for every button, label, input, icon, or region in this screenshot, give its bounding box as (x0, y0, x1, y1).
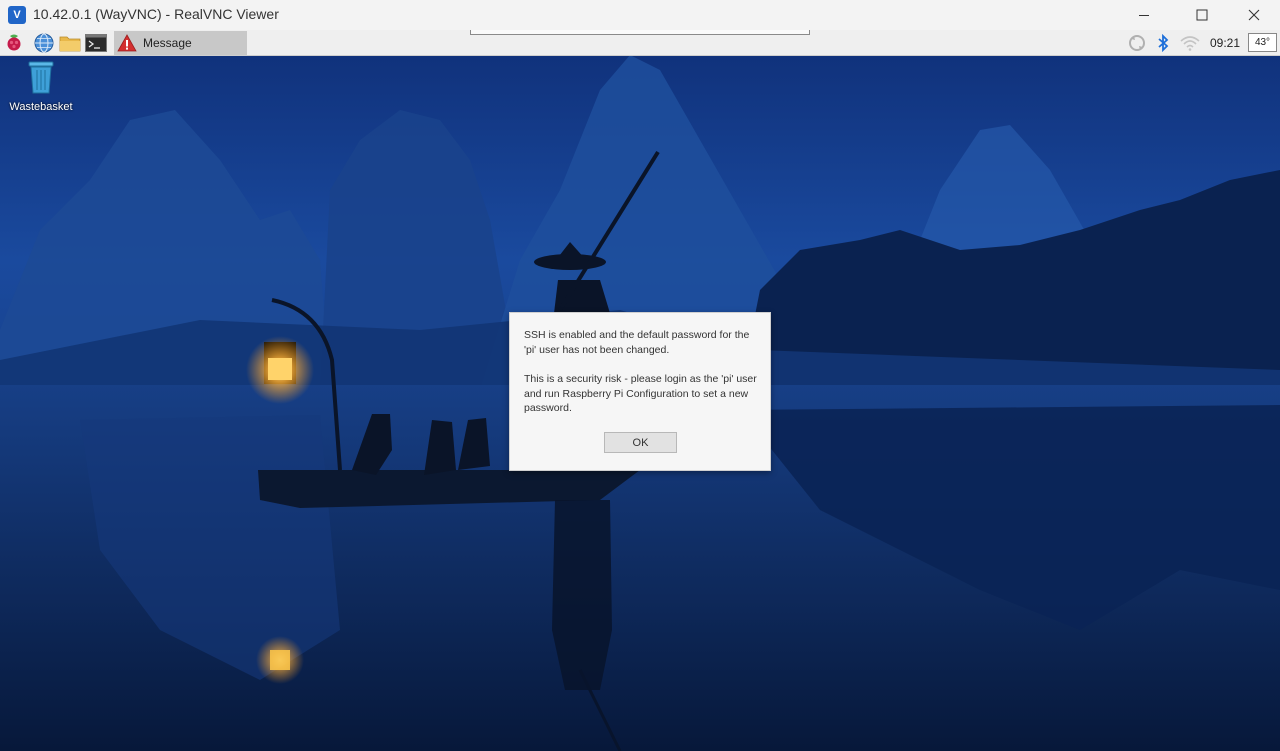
ok-button[interactable]: OK (604, 432, 677, 453)
warning-icon (117, 34, 137, 52)
vnc-icon (1129, 35, 1145, 51)
taskbar-item-label: Message (143, 36, 192, 50)
network-tray-button[interactable] (1180, 33, 1200, 53)
cpu-temperature-monitor[interactable]: 43° (1248, 33, 1277, 52)
terminal-button[interactable] (85, 32, 107, 53)
window-title: 10.42.0.1 (WayVNC) - RealVNC Viewer (33, 6, 279, 22)
close-button[interactable] (1228, 0, 1280, 30)
file-manager-icon (59, 36, 81, 51)
taskbar-item-message[interactable]: Message (114, 31, 247, 55)
maximize-button[interactable] (1176, 0, 1228, 30)
web-browser-icon (34, 33, 54, 52)
security-warning-dialog: SSH is enabled and the default password … (509, 312, 771, 471)
applications-menu-button[interactable] (3, 32, 25, 53)
bluetooth-icon (1158, 34, 1169, 52)
window-title-bar[interactable]: V 10.42.0.1 (WayVNC) - RealVNC Viewer (0, 0, 1280, 30)
minimize-button[interactable] (1118, 0, 1170, 30)
desktop-icon-label: Wastebasket (9, 101, 73, 113)
raspberry-pi-icon (7, 34, 21, 51)
vnc-server-tray-button[interactable] (1127, 33, 1147, 53)
minimize-icon (1139, 15, 1149, 16)
vnc-toolbar-handle[interactable] (470, 30, 810, 35)
wifi-icon (1180, 36, 1200, 51)
dialog-message-line-2: This is a security risk - please login a… (524, 373, 757, 414)
realvnc-icon: V (8, 6, 26, 24)
terminal-icon (85, 33, 107, 52)
clock[interactable]: 09:21 (1210, 36, 1240, 50)
close-icon (1248, 9, 1260, 21)
bluetooth-tray-button[interactable] (1153, 33, 1173, 53)
remote-taskbar: Message 09:21 43° (0, 30, 1280, 56)
trash-icon (28, 61, 54, 94)
remote-desktop[interactable]: Message 09:21 43° Wastebasket SSH is ena… (0, 30, 1280, 751)
desktop-icon-wastebasket[interactable]: Wastebasket (6, 60, 76, 113)
maximize-icon (1196, 9, 1208, 21)
dialog-message-line-1: SSH is enabled and the default password … (524, 329, 750, 356)
file-manager-button[interactable] (59, 32, 81, 53)
web-browser-button[interactable] (33, 32, 55, 53)
